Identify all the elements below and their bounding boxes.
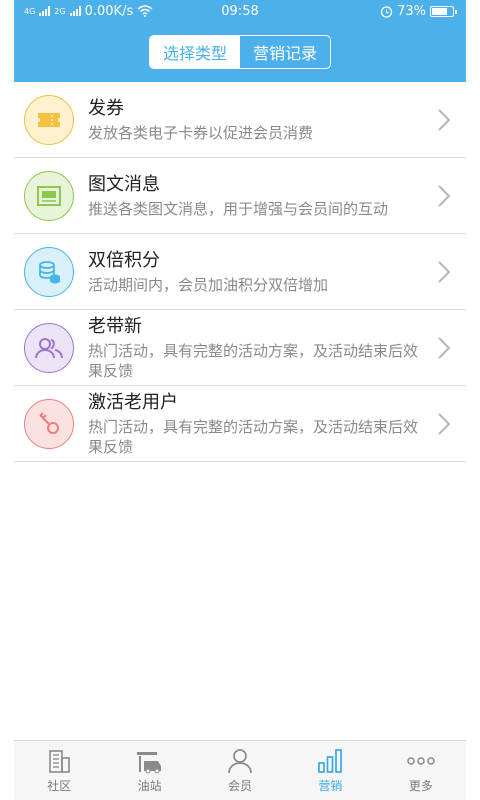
signal-icon — [39, 6, 51, 16]
list-item-coupon[interactable]: 发券 发放各类电子卡券以促进会员消费 — [14, 82, 466, 158]
chevron-right-icon — [438, 412, 450, 435]
network-4g-label: 4G — [24, 6, 36, 16]
tab-more[interactable]: 更多 — [376, 741, 466, 800]
alarm-icon — [380, 5, 393, 18]
chevron-right-icon — [438, 184, 450, 207]
tab-label: 油站 — [137, 778, 162, 793]
segmented-control: 选择类型 营销记录 — [149, 35, 331, 69]
list-item-text: 老带新 热门活动，具有完整的活动方案，及活动结束后效果反馈 — [88, 315, 418, 381]
chevron-right-icon — [438, 336, 450, 359]
status-right: 73% — [380, 3, 457, 19]
network-speed: 0.00K/s — [84, 3, 134, 19]
key-icon — [24, 398, 74, 449]
status-bar: 4G 2G 0.00K/s 09:58 73% — [0, 0, 480, 22]
tab-marketing[interactable]: 营销 — [285, 741, 375, 800]
item-description: 热门活动，具有完整的活动方案，及活动结束后效果反馈 — [88, 417, 419, 456]
person-icon — [228, 748, 252, 773]
image-message-icon — [24, 170, 74, 221]
users-icon — [24, 322, 74, 373]
wifi-icon — [137, 5, 153, 17]
tab-label: 营销 — [318, 778, 343, 793]
item-title: 激活老用户 — [88, 391, 178, 413]
item-title: 发券 — [88, 97, 124, 119]
item-description: 推送各类图文消息，用于增强与会员间的互动 — [88, 199, 389, 218]
segment-marketing-records[interactable]: 营销记录 — [240, 36, 330, 68]
marketing-type-list: 发券 发放各类电子卡券以促进会员消费 图文消息 推送各类图文消息，用于增强与会员… — [14, 82, 466, 462]
bottom-tab-bar: 社区 油站 会员 营销 更多 — [14, 740, 466, 800]
battery-percent: 73% — [397, 3, 426, 19]
item-title: 图文消息 — [88, 173, 160, 195]
tab-gas-station[interactable]: 油站 — [104, 741, 194, 800]
network-2g-label: 2G — [54, 6, 66, 16]
segment-select-type[interactable]: 选择类型 — [150, 36, 240, 68]
list-item-reactivate-users[interactable]: 激活老用户 热门活动，具有完整的活动方案，及活动结束后效果反馈 — [14, 386, 466, 462]
signal-icon-2 — [69, 6, 81, 16]
item-description: 活动期间内，会员加油积分双倍增加 — [88, 275, 329, 294]
tab-label: 更多 — [408, 778, 433, 793]
battery-icon — [430, 5, 457, 17]
item-description: 热门活动，具有完整的活动方案，及活动结束后效果反馈 — [88, 341, 419, 380]
item-title: 老带新 — [88, 315, 142, 337]
more-dots-icon — [407, 756, 435, 765]
tab-label: 会员 — [228, 778, 253, 793]
status-time: 09:58 — [221, 3, 259, 19]
list-item-text: 图文消息 推送各类图文消息，用于增强与会员间的互动 — [88, 173, 418, 219]
list-item-text: 激活老用户 热门活动，具有完整的活动方案，及活动结束后效果反馈 — [88, 391, 418, 457]
ticket-icon — [24, 94, 74, 145]
item-description: 发放各类电子卡券以促进会员消费 — [88, 123, 314, 142]
chevron-right-icon — [438, 260, 450, 283]
list-item-text: 双倍积分 活动期间内，会员加油积分双倍增加 — [88, 249, 418, 295]
header-bar: 选择类型 营销记录 — [14, 22, 466, 82]
tab-members[interactable]: 会员 — [195, 741, 285, 800]
list-item-image-message[interactable]: 图文消息 推送各类图文消息，用于增强与会员间的互动 — [14, 158, 466, 234]
tab-label: 社区 — [47, 778, 72, 793]
item-title: 双倍积分 — [88, 249, 160, 271]
gas-station-icon — [136, 751, 161, 773]
coin-stack-icon — [24, 246, 74, 297]
chevron-right-icon — [438, 108, 450, 131]
list-item-refer-new[interactable]: 老带新 热门活动，具有完整的活动方案，及活动结束后效果反馈 — [14, 310, 466, 386]
bar-chart-icon — [318, 748, 343, 773]
list-item-double-points[interactable]: 双倍积分 活动期间内，会员加油积分双倍增加 — [14, 234, 466, 310]
list-item-text: 发券 发放各类电子卡券以促进会员消费 — [88, 97, 418, 143]
building-icon — [49, 749, 71, 773]
tab-community[interactable]: 社区 — [14, 741, 104, 800]
status-left: 4G 2G 0.00K/s — [24, 4, 153, 19]
